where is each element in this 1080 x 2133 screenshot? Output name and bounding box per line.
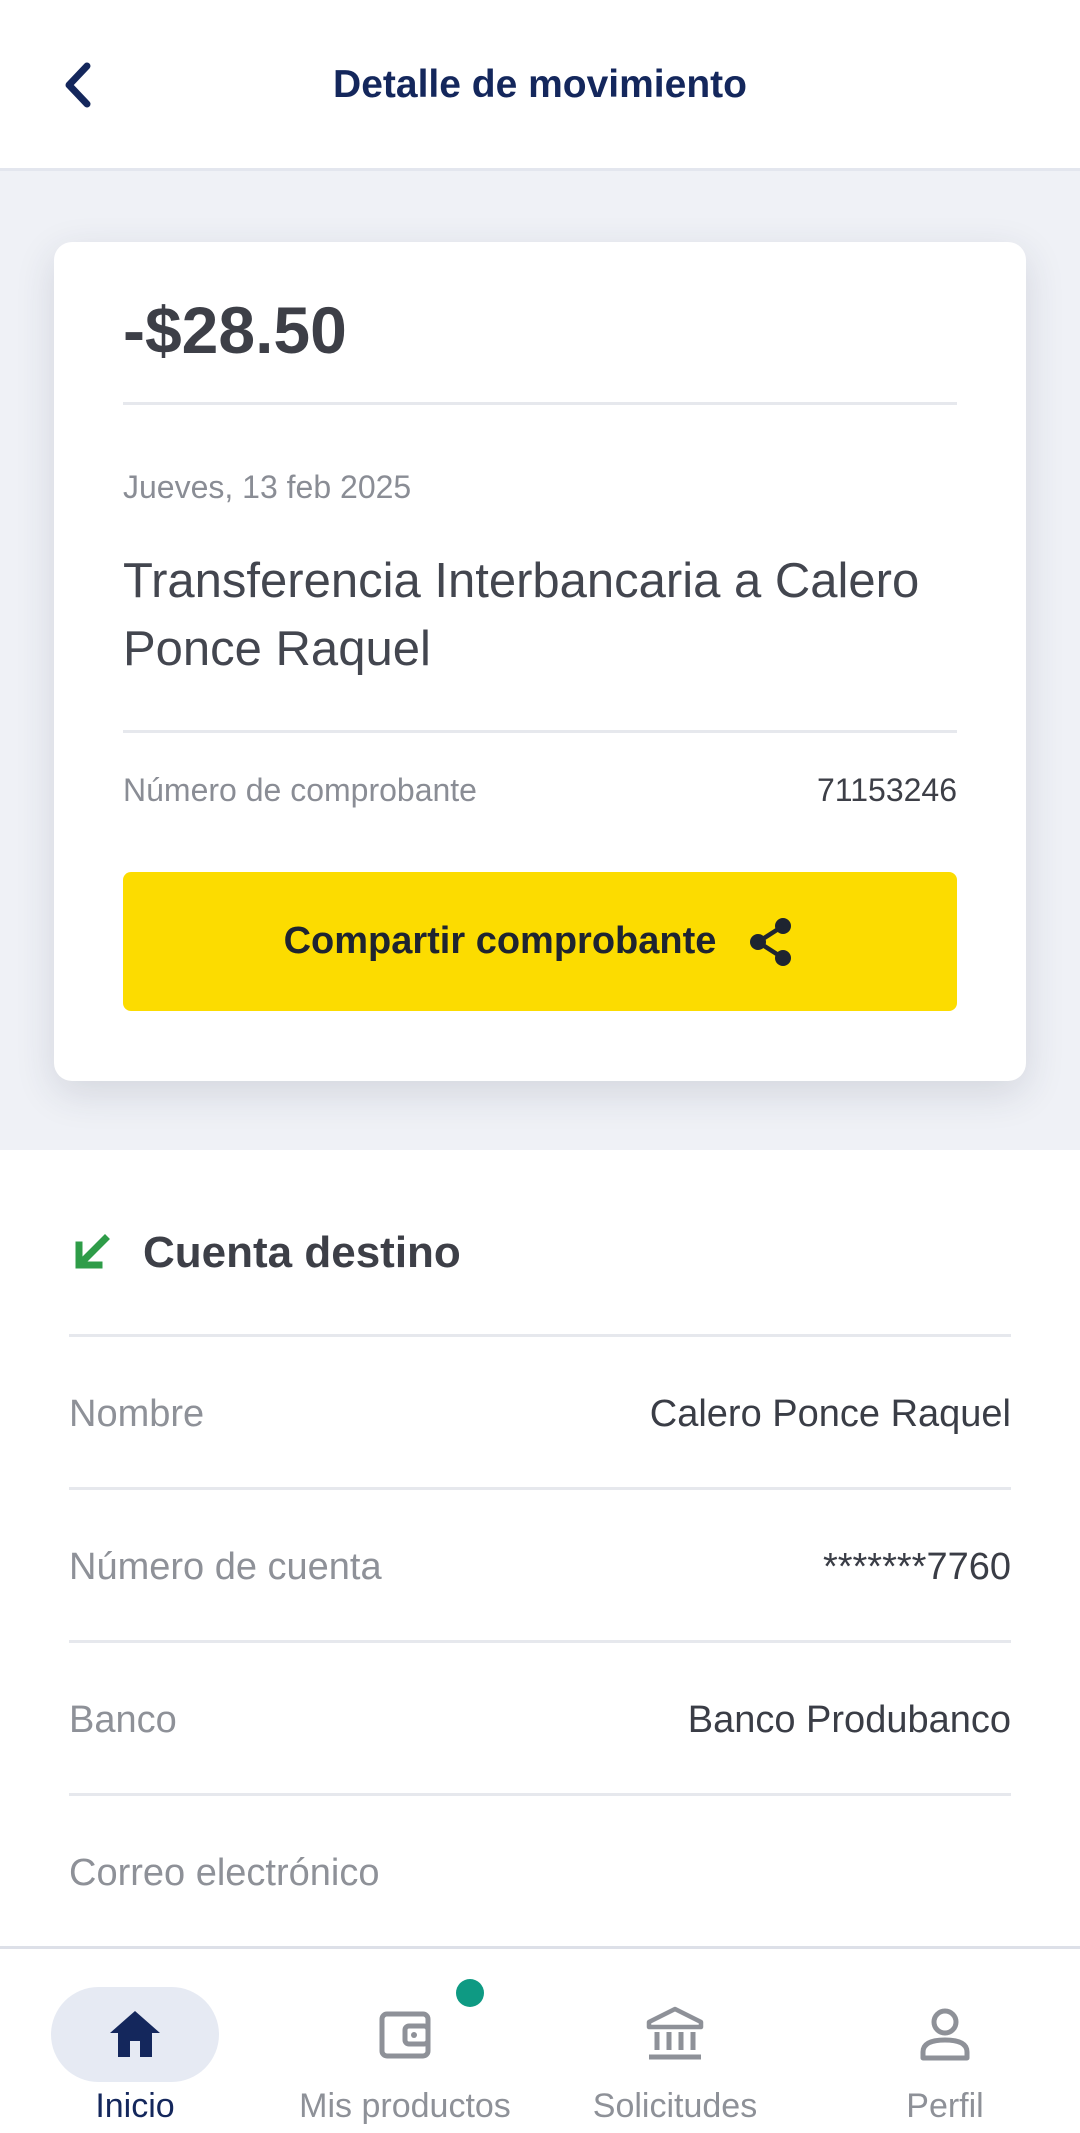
voucher-number: 71153246	[817, 772, 957, 808]
row-value: *******7760	[822, 1546, 1011, 1588]
notification-dot	[456, 1979, 484, 2007]
row-value: Banco Produbanco	[687, 1699, 1011, 1741]
wallet-icon	[372, 2001, 438, 2067]
row-label: Nombre	[69, 1393, 205, 1435]
app-header: Detalle de movimiento	[0, 0, 1080, 171]
home-icon	[102, 2001, 168, 2067]
divider	[123, 402, 957, 405]
share-button-label: Compartir comprobante	[283, 920, 717, 962]
nav-label: Solicitudes	[592, 2087, 758, 2125]
bank-icon	[642, 2001, 708, 2067]
destination-section-header: Cuenta destino	[69, 1220, 461, 1286]
share-icon	[750, 917, 792, 966]
nav-item-inicio[interactable]: Inicio	[0, 1949, 270, 2133]
section-title: Cuenta destino	[143, 1228, 461, 1277]
detail-row-email: Correo electrónico	[69, 1793, 1011, 1943]
voucher-label: Número de comprobante	[123, 772, 477, 808]
divider	[123, 730, 957, 733]
row-value: Calero Ponce Raquel	[649, 1393, 1011, 1435]
nav-item-mis-productos[interactable]: Mis productos	[270, 1949, 540, 2133]
row-label: Correo electrónico	[69, 1852, 380, 1894]
share-voucher-button[interactable]: Compartir comprobante	[123, 872, 957, 1011]
detail-row-bank: Banco Banco Produbanco	[69, 1640, 1011, 1790]
movement-description: Transferencia Interbancaria a Calero Pon…	[123, 554, 920, 676]
movement-amount: -$28.50	[123, 293, 347, 367]
person-icon	[912, 2001, 978, 2067]
row-label: Banco	[69, 1699, 177, 1741]
arrow-down-left-icon	[75, 1234, 110, 1269]
nav-item-solicitudes[interactable]: Solicitudes	[540, 1949, 810, 2133]
detail-row-account-number: Número de cuenta *******7760	[69, 1487, 1011, 1637]
bottom-navigation: Inicio Mis productos Solicitudes Perfil	[0, 1946, 1080, 2130]
detail-row-name: Nombre Calero Ponce Raquel	[69, 1334, 1011, 1484]
nav-label: Inicio	[95, 2087, 175, 2125]
page-title: Detalle de movimiento	[333, 63, 747, 106]
row-label: Número de cuenta	[69, 1546, 382, 1588]
nav-label: Perfil	[906, 2087, 984, 2125]
nav-item-perfil[interactable]: Perfil	[810, 1949, 1080, 2133]
nav-label: Mis productos	[299, 2087, 511, 2125]
movement-card: -$28.50 Jueves, 13 feb 2025 Transferenci…	[54, 242, 1026, 1081]
movement-date: Jueves, 13 feb 2025	[123, 469, 412, 505]
